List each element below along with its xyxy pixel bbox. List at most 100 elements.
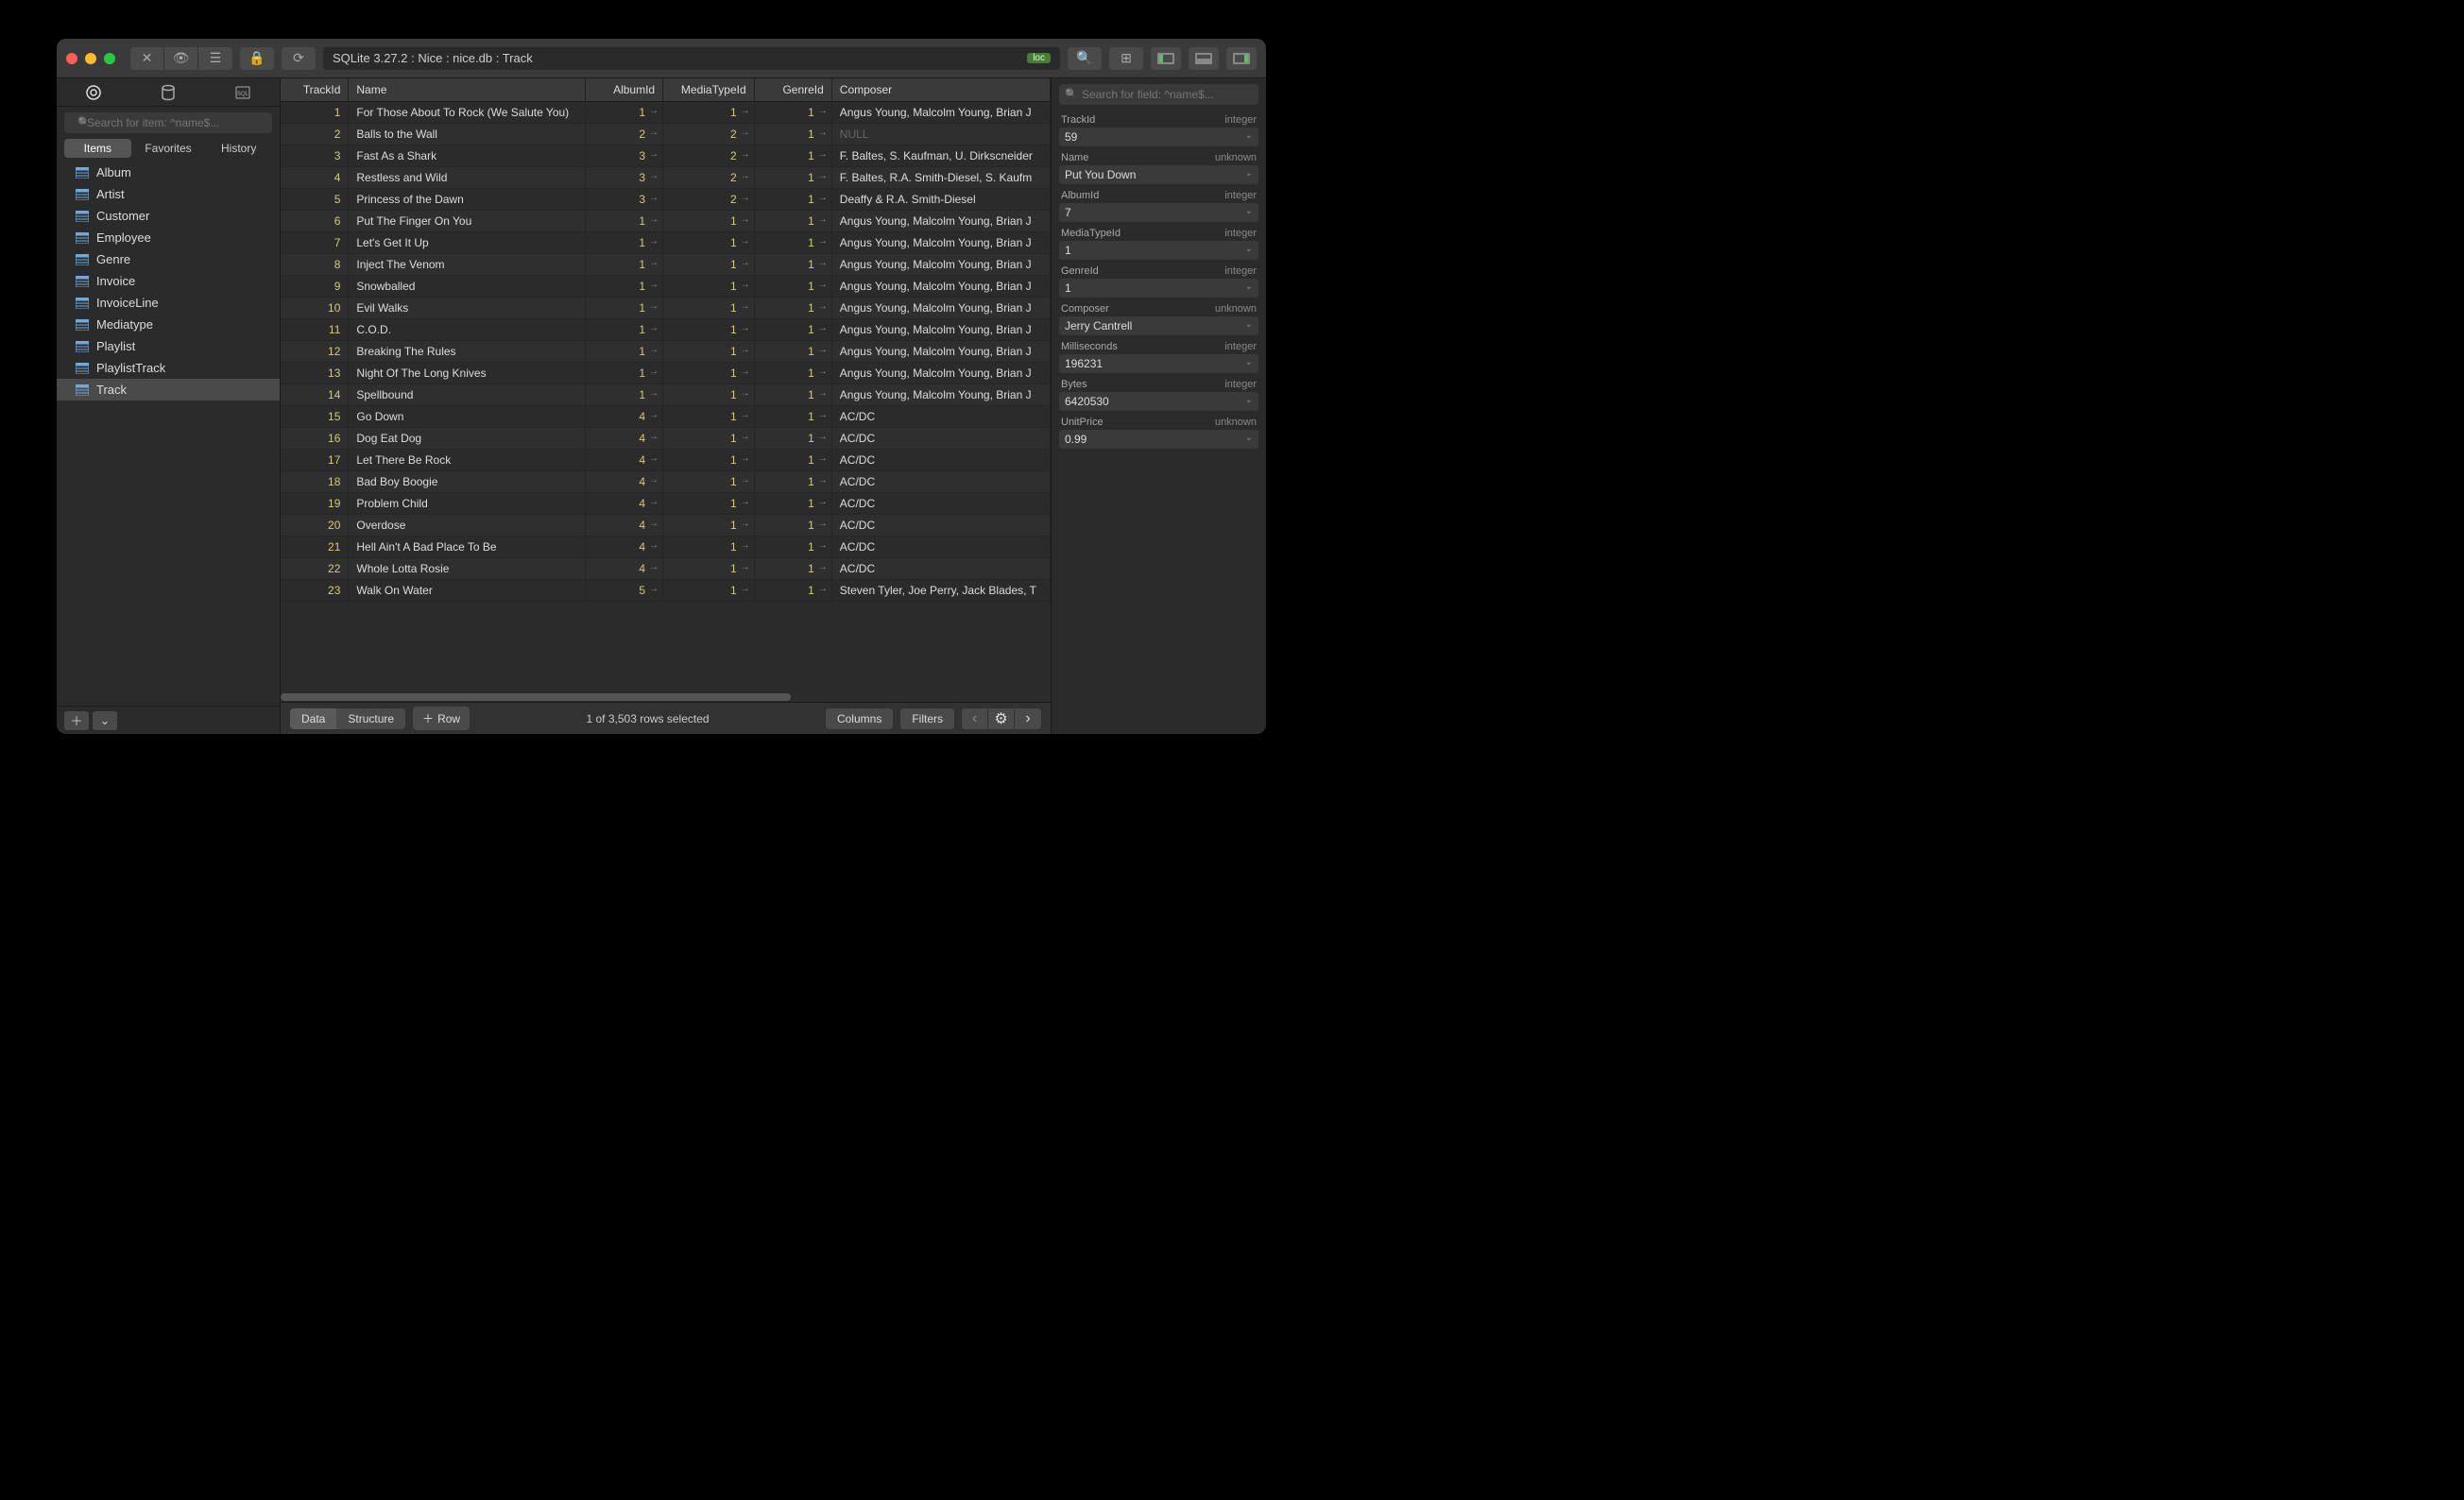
cell-mediatypeid[interactable]: 1 (663, 211, 755, 232)
cell-composer[interactable]: AC/DC (831, 558, 1050, 580)
cell-name[interactable]: C.O.D. (349, 319, 586, 341)
cell-mediatypeid[interactable]: 1 (663, 319, 755, 341)
inspector-field-value[interactable]: Jerry Cantrell (1059, 316, 1258, 335)
cell-mediatypeid[interactable]: 1 (663, 341, 755, 363)
table-row[interactable]: 4Restless and Wild321F. Baltes, R.A. Smi… (281, 167, 1051, 189)
cell-genreid[interactable]: 1 (754, 298, 831, 319)
cell-genreid[interactable]: 1 (754, 384, 831, 406)
cell-name[interactable]: Let There Be Rock (349, 450, 586, 471)
table-row[interactable]: 18Bad Boy Boogie411AC/DC (281, 471, 1051, 493)
cell-trackid[interactable]: 12 (281, 341, 349, 363)
pager-prev-button[interactable]: ‹ (962, 708, 988, 729)
table-row[interactable]: 15Go Down411AC/DC (281, 406, 1051, 428)
cell-genreid[interactable]: 1 (754, 189, 831, 211)
column-header-name[interactable]: Name (349, 78, 586, 102)
cell-mediatypeid[interactable]: 1 (663, 406, 755, 428)
cell-composer[interactable]: F. Baltes, R.A. Smith-Diesel, S. Kaufm (831, 167, 1050, 189)
cell-trackid[interactable]: 10 (281, 298, 349, 319)
cell-name[interactable]: Breaking The Rules (349, 341, 586, 363)
layout-button[interactable]: ☰ (198, 47, 232, 70)
table-row[interactable]: 5Princess of the Dawn321Deaffy & R.A. Sm… (281, 189, 1051, 211)
filters-button[interactable]: Filters (900, 708, 954, 729)
disconnect-button[interactable]: ✕ (130, 47, 164, 70)
cell-mediatypeid[interactable]: 1 (663, 254, 755, 276)
cell-genreid[interactable]: 1 (754, 254, 831, 276)
cell-albumid[interactable]: 1 (585, 319, 662, 341)
cell-mediatypeid[interactable]: 2 (663, 145, 755, 167)
sidebar-item-playlisttrack[interactable]: PlaylistTrack (57, 357, 280, 379)
table-row[interactable]: 3Fast As a Shark321F. Baltes, S. Kaufman… (281, 145, 1051, 167)
cell-trackid[interactable]: 1 (281, 102, 349, 124)
columns-button[interactable]: Columns (826, 708, 893, 729)
data-grid-wrapper[interactable]: TrackIdNameAlbumIdMediaTypeIdGenreIdComp… (281, 78, 1051, 692)
cell-mediatypeid[interactable]: 1 (663, 580, 755, 602)
table-row[interactable]: 7Let's Get It Up111Angus Young, Malcolm … (281, 232, 1051, 254)
table-row[interactable]: 23Walk On Water511Steven Tyler, Joe Perr… (281, 580, 1051, 602)
cell-genreid[interactable]: 1 (754, 363, 831, 384)
cell-genreid[interactable]: 1 (754, 493, 831, 515)
preview-button[interactable]: 👁 (164, 47, 198, 70)
cell-mediatypeid[interactable]: 1 (663, 232, 755, 254)
cell-albumid[interactable]: 2 (585, 124, 662, 145)
column-header-trackid[interactable]: TrackId (281, 78, 349, 102)
layout-bottom-panel-button[interactable] (1189, 47, 1219, 70)
table-row[interactable]: 1For Those About To Rock (We Salute You)… (281, 102, 1051, 124)
cell-mediatypeid[interactable]: 1 (663, 493, 755, 515)
cell-albumid[interactable]: 4 (585, 450, 662, 471)
table-row[interactable]: 2Balls to the Wall221NULL (281, 124, 1051, 145)
cell-composer[interactable]: F. Baltes, S. Kaufman, U. Dirkscneider (831, 145, 1050, 167)
cell-genreid[interactable]: 1 (754, 428, 831, 450)
inspector-field-value[interactable]: 0.99 (1059, 430, 1258, 449)
cell-genreid[interactable]: 1 (754, 341, 831, 363)
cell-albumid[interactable]: 3 (585, 145, 662, 167)
sidebar-add-button[interactable]: ＋ (64, 711, 89, 730)
cell-name[interactable]: Spellbound (349, 384, 586, 406)
inspector-field-value[interactable]: 59 (1059, 128, 1258, 146)
lock-button[interactable]: 🔒 (240, 47, 274, 70)
cell-trackid[interactable]: 2 (281, 124, 349, 145)
column-header-composer[interactable]: Composer (831, 78, 1050, 102)
cell-albumid[interactable]: 1 (585, 211, 662, 232)
structure-tab[interactable]: Structure (336, 708, 405, 729)
cell-trackid[interactable]: 7 (281, 232, 349, 254)
cell-name[interactable]: Bad Boy Boogie (349, 471, 586, 493)
connection-path-bar[interactable]: SQLite 3.27.2 : Nice : nice.db : Track l… (323, 47, 1060, 70)
inspector-field-value[interactable]: 6420530 (1059, 392, 1258, 411)
cell-albumid[interactable]: 4 (585, 406, 662, 428)
grid-apps-button[interactable]: ⊞ (1109, 47, 1143, 70)
cell-genreid[interactable]: 1 (754, 124, 831, 145)
cell-mediatypeid[interactable]: 1 (663, 298, 755, 319)
refresh-button[interactable]: ⟳ (282, 47, 316, 70)
cell-albumid[interactable]: 1 (585, 341, 662, 363)
sidebar-item-artist[interactable]: Artist (57, 183, 280, 205)
cell-albumid[interactable]: 3 (585, 167, 662, 189)
cell-trackid[interactable]: 9 (281, 276, 349, 298)
cell-name[interactable]: Go Down (349, 406, 586, 428)
cell-mediatypeid[interactable]: 1 (663, 428, 755, 450)
cell-genreid[interactable]: 1 (754, 102, 831, 124)
table-row[interactable]: 6Put The Finger On You111Angus Young, Ma… (281, 211, 1051, 232)
cell-name[interactable]: Fast As a Shark (349, 145, 586, 167)
cell-genreid[interactable]: 1 (754, 558, 831, 580)
cell-albumid[interactable]: 3 (585, 189, 662, 211)
table-row[interactable]: 11C.O.D.111Angus Young, Malcolm Young, B… (281, 319, 1051, 341)
cell-trackid[interactable]: 18 (281, 471, 349, 493)
cell-composer[interactable]: NULL (831, 124, 1050, 145)
cell-mediatypeid[interactable]: 2 (663, 167, 755, 189)
sidebar-item-customer[interactable]: Customer (57, 205, 280, 227)
cell-composer[interactable]: Angus Young, Malcolm Young, Brian J (831, 363, 1050, 384)
cell-name[interactable]: Evil Walks (349, 298, 586, 319)
sidebar-item-album[interactable]: Album (57, 162, 280, 183)
cell-mediatypeid[interactable]: 1 (663, 558, 755, 580)
cell-trackid[interactable]: 21 (281, 537, 349, 558)
cell-genreid[interactable]: 1 (754, 471, 831, 493)
table-row[interactable]: 21Hell Ain't A Bad Place To Be411AC/DC (281, 537, 1051, 558)
table-row[interactable]: 8Inject The Venom111Angus Young, Malcolm… (281, 254, 1051, 276)
cell-mediatypeid[interactable]: 1 (663, 276, 755, 298)
cell-genreid[interactable]: 1 (754, 406, 831, 428)
inspector-search-input[interactable] (1059, 84, 1258, 105)
cell-genreid[interactable]: 1 (754, 319, 831, 341)
cell-genreid[interactable]: 1 (754, 450, 831, 471)
cell-trackid[interactable]: 22 (281, 558, 349, 580)
cell-albumid[interactable]: 1 (585, 232, 662, 254)
